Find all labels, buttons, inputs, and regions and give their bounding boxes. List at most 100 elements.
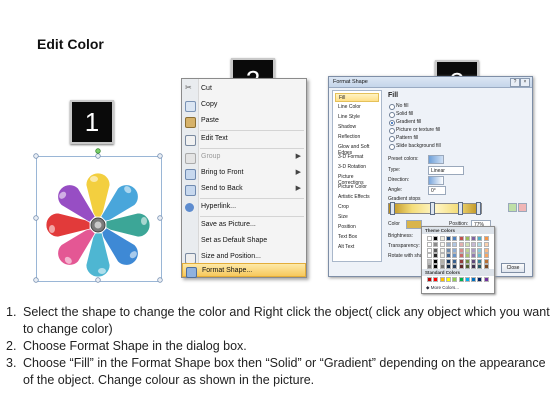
color-swatch[interactable] [452,253,458,259]
color-swatch[interactable] [458,258,464,264]
direction-dropdown[interactable] [428,176,444,185]
color-swatch[interactable] [439,242,445,248]
color-swatch[interactable] [445,247,451,253]
menu-item-copy[interactable]: Copy [182,98,306,113]
gradient-stops-bar[interactable] [388,203,482,214]
category-text-box[interactable]: Text Box [335,233,379,242]
color-swatch[interactable] [477,247,483,253]
category-alt-text[interactable]: Alt Text [335,243,379,252]
standard-color-swatch[interactable] [458,277,464,282]
color-swatch[interactable] [483,236,489,241]
category-size[interactable]: Size [335,213,379,222]
color-swatch[interactable] [471,247,477,253]
category-3d-format[interactable]: 3-D Format [335,153,379,162]
category-artistic-effects[interactable]: Artistic Effects [335,193,379,202]
color-swatch[interactable] [439,253,445,259]
category-picture-corrections[interactable]: Picture Corrections [335,173,379,186]
menu-item-hyperlink[interactable]: Hyperlink... [182,200,306,215]
gradient-stop-handle[interactable] [458,202,463,215]
standard-color-swatch[interactable] [471,277,477,282]
category-picture-color[interactable]: Picture Color [335,183,379,192]
standard-color-swatch[interactable] [452,277,458,282]
color-swatch[interactable] [483,247,489,253]
standard-color-swatch[interactable] [445,277,451,282]
flower-shape[interactable] [28,148,168,288]
radio-gradient-fill[interactable] [389,120,395,126]
menu-item-cut[interactable]: ✂ Cut [182,82,306,97]
color-swatch[interactable] [433,242,439,248]
color-swatch[interactable] [464,236,470,241]
category-line-style[interactable]: Line Style [335,113,379,122]
color-swatch[interactable] [458,247,464,253]
color-dropdown[interactable] [406,220,422,229]
type-dropdown[interactable]: Linear [428,166,464,175]
standard-color-swatch[interactable] [433,277,439,282]
category-glow[interactable]: Glow and Soft Edges [335,143,379,156]
color-swatch[interactable] [452,258,458,264]
gradient-stop-handle[interactable] [390,202,395,215]
angle-input[interactable]: 0° [428,186,446,195]
color-swatch[interactable] [452,242,458,248]
menu-item-send-to-back[interactable]: Send to Back ▶ [182,182,306,197]
category-reflection[interactable]: Reflection [335,133,379,142]
more-colors-link[interactable]: ◆ More Colors... [426,285,459,291]
gradient-stop-handle[interactable] [476,202,481,215]
menu-item-save-as-picture[interactable]: Save as Picture... [182,218,306,233]
menu-item-format-shape[interactable]: Format Shape... [182,263,306,278]
color-swatch[interactable] [477,242,483,248]
color-swatch[interactable] [427,253,432,259]
add-stop-icon[interactable] [508,203,517,212]
gradient-stop-handle[interactable] [430,202,435,215]
color-swatch[interactable] [433,247,439,253]
standard-color-swatch[interactable] [477,277,483,282]
color-swatch[interactable] [439,247,445,253]
color-swatch[interactable] [445,258,451,264]
color-swatch[interactable] [439,236,445,241]
color-swatch[interactable] [427,258,432,264]
menu-item-group[interactable]: Group ▶ [182,150,306,165]
color-swatch[interactable] [464,253,470,259]
color-swatch[interactable] [458,253,464,259]
category-position[interactable]: Position [335,223,379,232]
color-swatch[interactable] [458,236,464,241]
color-swatch[interactable] [427,242,432,248]
radio-slide-background-fill[interactable] [389,144,395,150]
color-swatch[interactable] [427,247,432,253]
color-swatch[interactable] [452,236,458,241]
standard-color-swatch[interactable] [439,277,445,282]
color-swatch[interactable] [483,242,489,248]
close-button[interactable]: Close [501,263,525,273]
remove-stop-icon[interactable] [518,203,527,212]
color-swatch[interactable] [477,258,483,264]
category-3d-rotation[interactable]: 3-D Rotation [335,163,379,172]
radio-pattern-fill[interactable] [389,136,395,142]
category-fill[interactable]: Fill [335,93,379,102]
menu-item-edit-text[interactable]: Edit Text [182,132,306,147]
color-swatch[interactable] [477,236,483,241]
color-swatch[interactable] [445,236,451,241]
preset-colors-dropdown[interactable] [428,155,444,164]
color-swatch[interactable] [433,253,439,259]
color-swatch[interactable] [464,242,470,248]
color-swatch[interactable] [471,253,477,259]
help-button[interactable]: ? [510,78,520,87]
color-swatch[interactable] [464,247,470,253]
color-swatch[interactable] [433,236,439,241]
color-swatch[interactable] [483,258,489,264]
close-icon[interactable]: × [520,78,530,87]
color-swatch[interactable] [458,242,464,248]
color-swatch[interactable] [471,236,477,241]
standard-color-swatch[interactable] [483,277,489,282]
color-swatch[interactable] [445,253,451,259]
color-swatch[interactable] [439,258,445,264]
menu-item-paste[interactable]: Paste [182,114,306,129]
color-swatch[interactable] [464,258,470,264]
standard-color-swatch[interactable] [464,277,470,282]
menu-item-set-default-shape[interactable]: Set as Default Shape [182,234,306,249]
category-crop[interactable]: Crop [335,203,379,212]
radio-picture-fill[interactable] [389,128,395,134]
color-swatch[interactable] [471,258,477,264]
color-swatch[interactable] [445,242,451,248]
standard-color-swatch[interactable] [427,277,432,282]
radio-no-fill[interactable] [389,104,395,110]
